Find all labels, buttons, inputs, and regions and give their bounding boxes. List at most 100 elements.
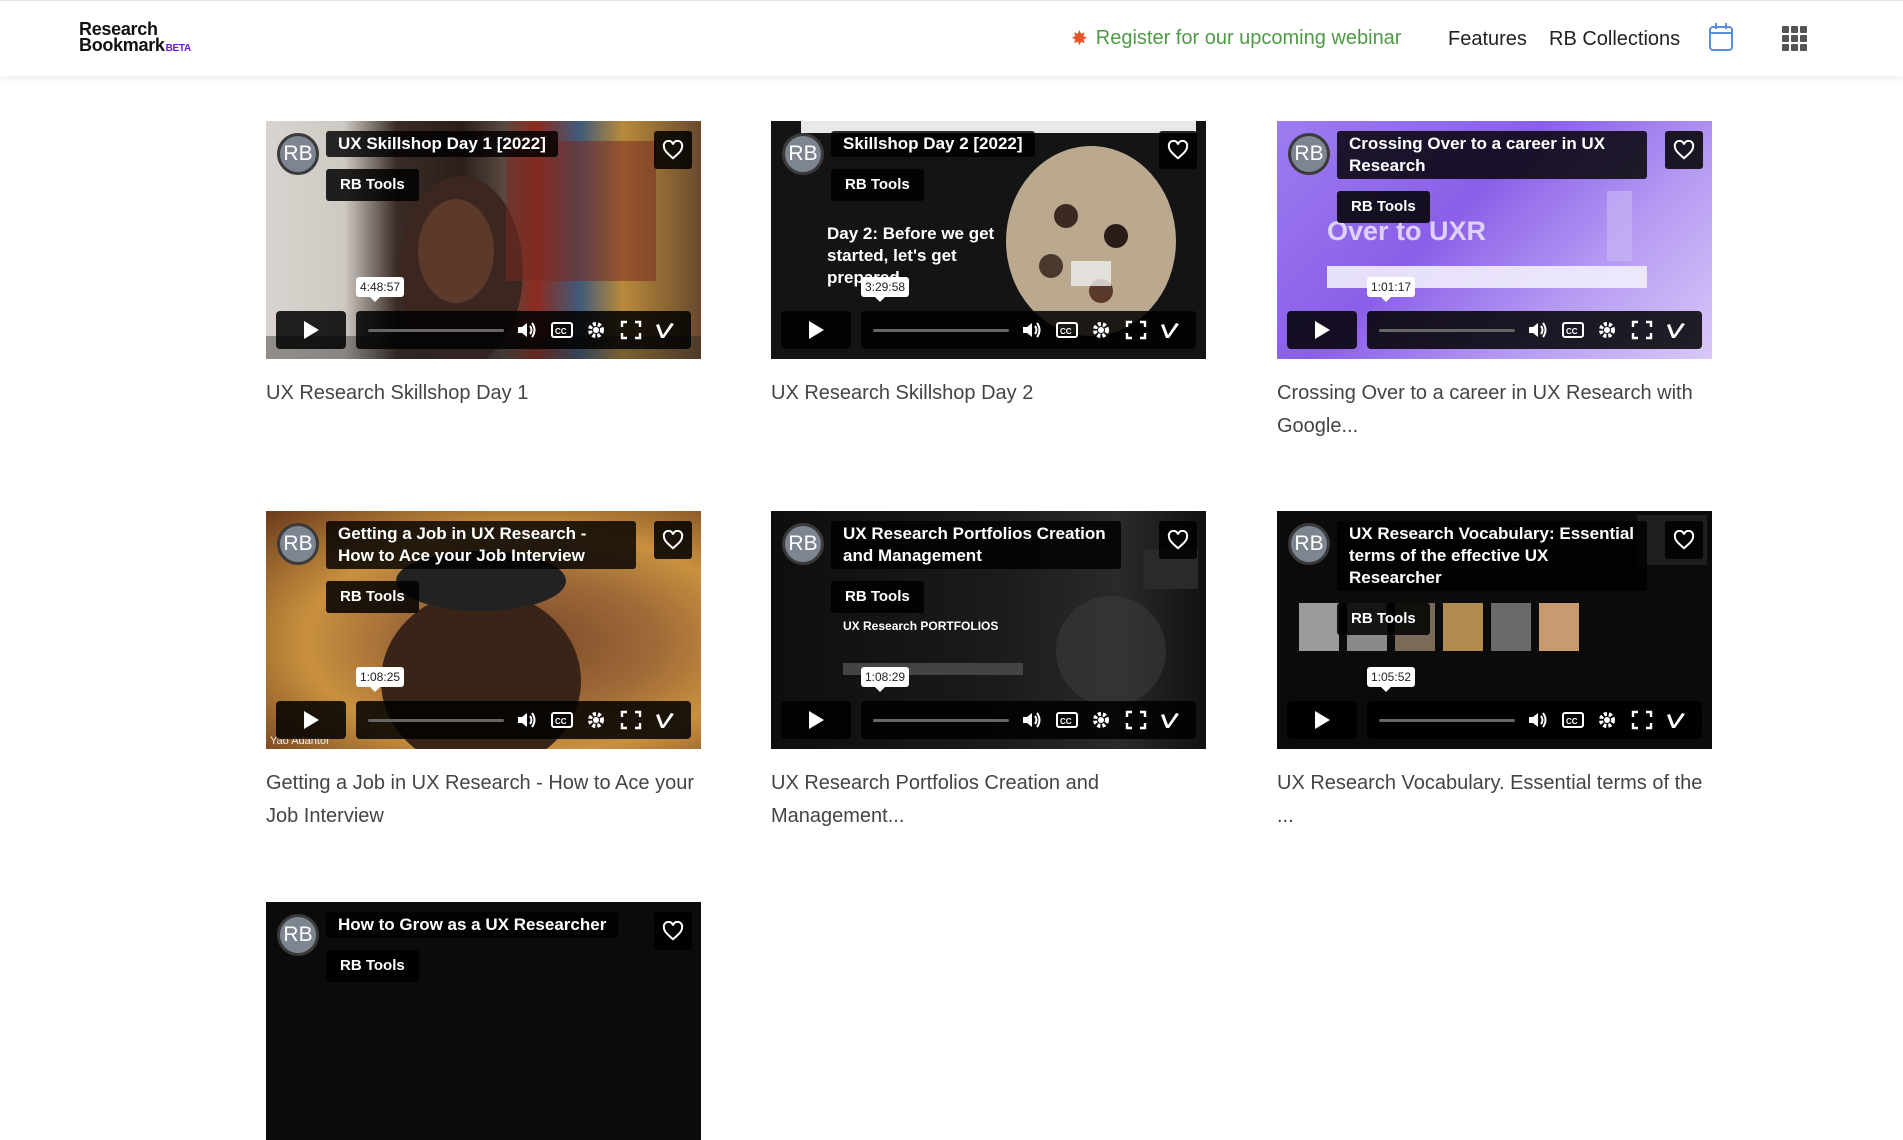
webinar-link[interactable]: ✸ Register for our upcoming webinar	[1071, 27, 1401, 50]
player-controls: 4:48:57 CC	[276, 277, 691, 349]
progress-track[interactable]	[873, 719, 1009, 722]
captions-icon[interactable]: CC	[1562, 710, 1584, 730]
player-controls: 3:29:58 CC	[781, 277, 1196, 349]
vimeo-icon[interactable]	[1665, 320, 1687, 340]
duration-badge: 1:08:25	[356, 667, 405, 692]
slide-text: Day 2: Before we get started, let's get …	[827, 224, 995, 287]
video-tag[interactable]: RB Tools	[326, 169, 419, 201]
play-button[interactable]	[1287, 701, 1357, 739]
heart-icon[interactable]	[1159, 131, 1197, 169]
apps-grid-icon[interactable]	[1782, 26, 1807, 51]
fullscreen-icon[interactable]	[620, 710, 642, 730]
captions-icon[interactable]: CC	[1056, 710, 1078, 730]
video-player[interactable]: RB UX Skillshop Day 1 [2022] RB Tools 4:…	[266, 121, 701, 359]
research-bookmark-logo[interactable]: Research BookmarkBETA	[79, 20, 191, 57]
settings-gear-icon[interactable]	[1090, 320, 1112, 340]
duration-badge: 1:05:52	[1367, 667, 1416, 692]
svg-text:CC: CC	[555, 717, 567, 726]
play-button[interactable]	[276, 701, 346, 739]
features-link[interactable]: Features	[1448, 28, 1527, 51]
progress-track[interactable]	[1379, 719, 1515, 722]
vimeo-icon[interactable]	[1159, 710, 1181, 730]
video-overlay-title[interactable]: Getting a Job in UX Research - How to Ac…	[326, 521, 636, 569]
video-tag[interactable]: RB Tools	[1337, 191, 1430, 223]
control-bar: CC	[356, 311, 691, 349]
heart-icon[interactable]	[1159, 521, 1197, 559]
volume-icon[interactable]	[1021, 320, 1043, 340]
video-overlay-title[interactable]: Skillshop Day 2 [2022]	[831, 131, 1035, 157]
avatar: RB	[277, 523, 319, 565]
settings-gear-icon[interactable]	[1596, 710, 1618, 730]
vimeo-icon[interactable]	[1159, 320, 1181, 340]
heart-icon[interactable]	[1665, 131, 1703, 169]
video-overlay-title[interactable]: UX Research Vocabulary: Essential terms …	[1337, 521, 1647, 591]
webinar-label: Register for our upcoming webinar	[1095, 27, 1402, 49]
avatar: RB	[782, 133, 824, 175]
captions-icon[interactable]: CC	[1056, 320, 1078, 340]
video-overlay-title[interactable]: Crossing Over to a career in UX Research	[1337, 131, 1647, 179]
control-bar: CC	[1367, 701, 1702, 739]
video-tag[interactable]: RB Tools	[326, 581, 419, 613]
progress-track[interactable]	[1379, 329, 1515, 332]
video-title-link[interactable]: UX Research Vocabulary. Essential terms …	[1277, 767, 1712, 833]
play-button[interactable]	[781, 311, 851, 349]
video-player[interactable]: RB How to Grow as a UX Researcher RB Too…	[266, 902, 701, 1140]
video-tag[interactable]: RB Tools	[1337, 603, 1430, 635]
fullscreen-icon[interactable]	[1631, 320, 1653, 340]
settings-gear-icon[interactable]	[1596, 320, 1618, 340]
avatar: RB	[277, 133, 319, 175]
captions-icon[interactable]: CC	[1562, 320, 1584, 340]
logo-line-2: BookmarkBETA	[79, 36, 191, 57]
video-tag[interactable]: RB Tools	[831, 581, 924, 613]
vimeo-icon[interactable]	[654, 710, 676, 730]
vimeo-icon[interactable]	[1665, 710, 1687, 730]
video-tag[interactable]: RB Tools	[831, 169, 924, 201]
fullscreen-icon[interactable]	[620, 320, 642, 340]
video-title-link[interactable]: UX Research Skillshop Day 1	[266, 377, 701, 410]
volume-icon[interactable]	[1527, 320, 1549, 340]
vimeo-icon[interactable]	[654, 320, 676, 340]
settings-gear-icon[interactable]	[585, 320, 607, 340]
heart-icon[interactable]	[654, 912, 692, 950]
svg-text:CC: CC	[1060, 717, 1072, 726]
progress-track[interactable]	[368, 329, 504, 332]
volume-icon[interactable]	[1527, 710, 1549, 730]
video-title-link[interactable]: Crossing Over to a career in UX Research…	[1277, 377, 1712, 443]
video-player[interactable]: Over to UXR RB Crossing Over to a career…	[1277, 121, 1712, 359]
progress-track[interactable]	[873, 329, 1009, 332]
calendar-icon[interactable]	[1709, 23, 1733, 51]
captions-icon[interactable]: CC	[551, 320, 573, 340]
progress-track[interactable]	[368, 719, 504, 722]
video-overlay-title[interactable]: How to Grow as a UX Researcher	[326, 912, 619, 938]
fullscreen-icon[interactable]	[1125, 320, 1147, 340]
play-button[interactable]	[276, 311, 346, 349]
player-controls: 1:01:17 CC	[1287, 277, 1702, 349]
heart-icon[interactable]	[654, 521, 692, 559]
fullscreen-icon[interactable]	[1631, 710, 1653, 730]
video-player[interactable]: Day 2: Before we get started, let's get …	[771, 121, 1206, 359]
control-bar: CC	[356, 701, 691, 739]
settings-gear-icon[interactable]	[1090, 710, 1112, 730]
video-overlay-title[interactable]: UX Skillshop Day 1 [2022]	[326, 131, 558, 157]
video-player[interactable]: Yao Adantor RB Getting a Job in UX Resea…	[266, 511, 701, 749]
volume-icon[interactable]	[516, 320, 538, 340]
video-player[interactable]: UX Research PORTFOLIOS RB UX Research Po…	[771, 511, 1206, 749]
captions-icon[interactable]: CC	[551, 710, 573, 730]
video-title-link[interactable]: UX Research Portfolios Creation and Mana…	[771, 767, 1206, 833]
fullscreen-icon[interactable]	[1125, 710, 1147, 730]
volume-icon[interactable]	[1021, 710, 1043, 730]
rb-collections-link[interactable]: RB Collections	[1549, 28, 1680, 51]
heart-icon[interactable]	[654, 131, 692, 169]
video-tag[interactable]: RB Tools	[326, 950, 419, 982]
play-button[interactable]	[781, 701, 851, 739]
video-player[interactable]: RB UX Research Vocabulary: Essential ter…	[1277, 511, 1712, 749]
play-button[interactable]	[1287, 311, 1357, 349]
heart-icon[interactable]	[1665, 521, 1703, 559]
video-overlay-title[interactable]: UX Research Portfolios Creation and Mana…	[831, 521, 1121, 569]
video-title-link[interactable]: Getting a Job in UX Research - How to Ac…	[266, 767, 701, 833]
volume-icon[interactable]	[516, 710, 538, 730]
settings-gear-icon[interactable]	[585, 710, 607, 730]
control-bar: CC	[861, 701, 1196, 739]
duration-badge: 3:29:58	[861, 277, 910, 302]
video-title-link[interactable]: UX Research Skillshop Day 2	[771, 377, 1206, 410]
